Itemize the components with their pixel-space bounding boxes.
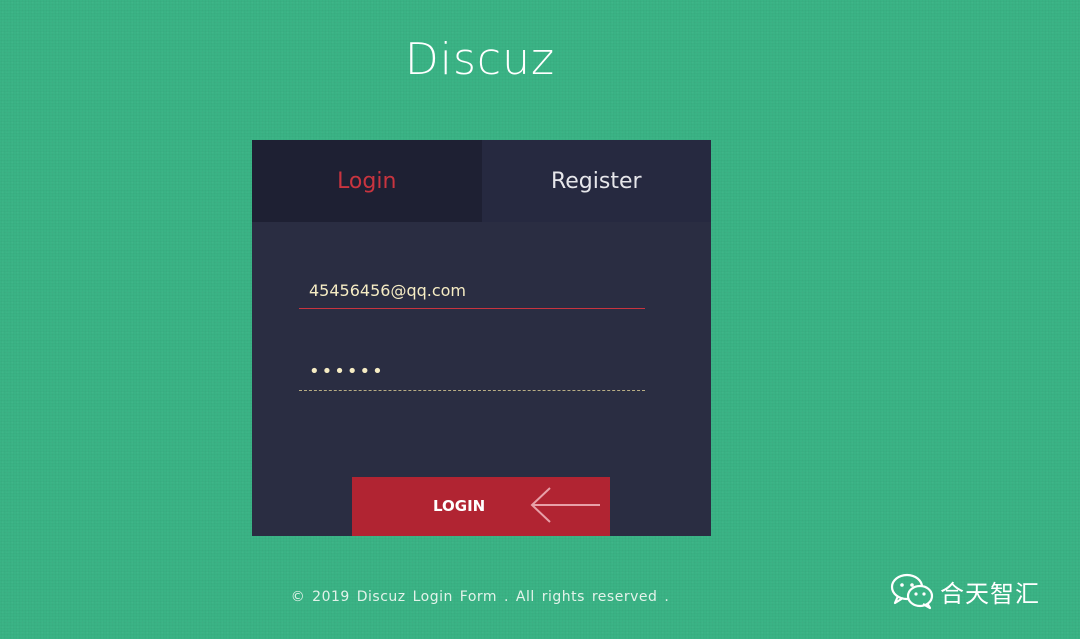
page-title: Discuz	[404, 34, 556, 85]
arrow-left-icon	[530, 487, 600, 523]
password-field[interactable]	[299, 361, 645, 391]
password-field-wrapper	[299, 361, 645, 391]
tab-register[interactable]: Register	[481, 140, 711, 222]
login-button-label: LOGIN	[433, 497, 486, 515]
email-field-wrapper	[299, 281, 645, 309]
login-button[interactable]: LOGIN	[352, 477, 610, 536]
watermark: 合天智汇	[890, 572, 1040, 610]
email-field[interactable]	[299, 281, 645, 309]
footer-copyright: © 2019 Discuz Login Form . All rights re…	[290, 589, 670, 605]
login-panel: Login Register LOGIN	[252, 140, 711, 536]
tab-bar: Login Register	[252, 140, 711, 222]
wechat-icon	[890, 573, 934, 610]
watermark-text: 合天智汇	[940, 579, 1040, 608]
tab-login[interactable]: Login	[252, 140, 482, 222]
